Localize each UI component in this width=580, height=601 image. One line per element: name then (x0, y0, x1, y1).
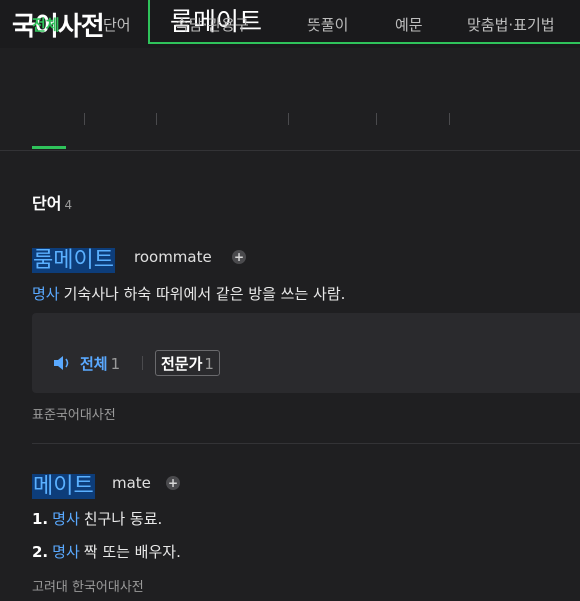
tab-divider (449, 113, 450, 125)
section-title-label: 단어 (32, 194, 62, 213)
definition-line: 1. 명사 친구나 동료. (32, 508, 162, 529)
definition-text: 짝 또는 배우자. (83, 543, 181, 561)
pronunciation-all-button[interactable]: 전체 1 (80, 353, 120, 374)
tab-example[interactable]: 예문 (395, 10, 423, 40)
definition-line: 2. 명사 짝 또는 배우자. (32, 541, 181, 562)
section-count: 4 (64, 198, 73, 212)
tab-word[interactable]: 단어 (103, 10, 131, 40)
definition-line: 명사 기숙사나 하숙 따위에서 같은 방을 쓰는 사람. (32, 283, 345, 304)
pronunciation-expert-label: 전문가 (161, 355, 203, 373)
active-tab-indicator (32, 146, 66, 149)
entry-word-mate[interactable]: 메이트 (32, 468, 95, 500)
part-of-speech: 명사 (32, 285, 60, 303)
section-title: 단어 4 (32, 190, 72, 214)
entry-word-text[interactable]: 메이트 (32, 474, 95, 499)
tab-divider (156, 113, 157, 125)
entry-original-word: mate (112, 474, 151, 492)
add-to-wordbook-icon[interactable]: + (232, 250, 246, 264)
dictionary-source[interactable]: 표준국어대사전 (32, 404, 116, 423)
audio-divider (142, 356, 143, 370)
definition-number: 2. (32, 543, 49, 561)
tab-divider (84, 113, 85, 125)
entry-word-text[interactable]: 룸메이트 (32, 248, 115, 273)
tab-divider (288, 113, 289, 125)
part-of-speech: 명사 (52, 543, 80, 561)
header-spacer (0, 48, 580, 98)
tab-all[interactable]: 전체 (32, 10, 60, 40)
tab-bar (0, 98, 580, 151)
tab-idiom[interactable]: 속담·관용구 (175, 10, 249, 40)
definition-text: 기숙사나 하숙 따위에서 같은 방을 쓰는 사람. (63, 285, 346, 303)
dictionary-source[interactable]: 고려대 한국어대사전 (32, 576, 144, 595)
entry-word-roommate[interactable]: 룸메이트 (32, 242, 115, 274)
definition-text: 친구나 동료. (83, 510, 163, 528)
pronunciation-all-label: 전체 (80, 355, 108, 373)
entry-original-word: roommate (134, 248, 212, 266)
pronunciation-expert-count: 1 (204, 355, 214, 373)
speaker-icon[interactable] (54, 356, 72, 370)
definition-number: 1. (32, 510, 49, 528)
part-of-speech: 명사 (52, 510, 80, 528)
pronunciation-all-count: 1 (110, 355, 121, 373)
entry-divider (32, 443, 580, 444)
tab-spelling[interactable]: 맞춤법·표기법 (467, 10, 555, 40)
tab-meaning[interactable]: 뜻풀이 (307, 10, 348, 40)
tab-divider (376, 113, 377, 125)
pronunciation-expert-button[interactable]: 전문가 1 (155, 350, 220, 376)
add-to-wordbook-icon[interactable]: + (166, 476, 180, 490)
